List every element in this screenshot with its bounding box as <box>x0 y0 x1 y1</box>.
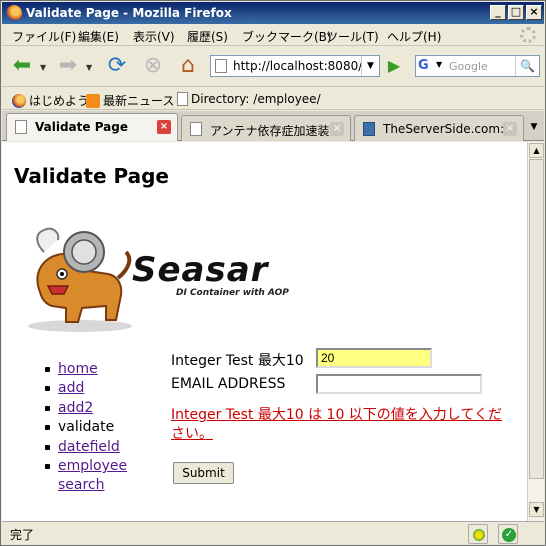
shisa-mascot-icon <box>28 227 132 332</box>
nav-item-employee-search: employee search <box>38 457 127 496</box>
page-content: Validate Page Seasar DI Container with A… <box>2 142 527 521</box>
tss-icon <box>363 122 375 136</box>
page-title: Validate Page <box>14 164 169 188</box>
side-nav: home add add2 validate datefield employe… <box>38 360 127 496</box>
search-icon[interactable]: 🔍 <box>515 56 539 76</box>
bookmark-label: はじめよう <box>29 94 90 108</box>
back-icon[interactable]: ⬅ <box>8 53 36 81</box>
tab-validate-page[interactable]: Validate Page × <box>6 113 178 141</box>
integer-test-label: Integer Test 最大10 <box>171 353 304 369</box>
menu-edit[interactable]: 編集(E) <box>78 28 119 45</box>
addon-status-icon <box>473 529 485 541</box>
check-icon: ✓ <box>502 528 516 542</box>
bookmarks-toolbar: はじめよう 最新ニュース Directory: /employee/ <box>2 88 544 110</box>
status-security-cell[interactable]: ✓ <box>498 524 518 544</box>
validation-error-message[interactable]: Integer Test 最大10 は 10 以下の値を入力してください。 <box>171 406 511 444</box>
nav-item-home: home <box>38 360 127 379</box>
nav-item-add2: add2 <box>38 399 127 418</box>
logo-wordmark: Seasar <box>132 250 269 290</box>
window-title: Validate Page - Mozilla Firefox <box>26 6 232 20</box>
bookmark-directory[interactable]: Directory: /employee/ <box>177 92 321 106</box>
seasar-logo: Seasar DI Container with AOP <box>22 222 312 334</box>
browser-window: Validate Page - Mozilla Firefox _ □ × ファ… <box>0 0 546 546</box>
bookmark-label: Directory: /employee/ <box>191 92 321 106</box>
forward-icon[interactable]: ➡ <box>54 53 82 81</box>
nav-link-home[interactable]: home <box>58 361 98 377</box>
minimize-button[interactable]: _ <box>490 5 506 20</box>
home-icon[interactable]: ⌂ <box>174 53 202 81</box>
url-bar[interactable]: http://localhost:8080/va ▼ <box>210 55 380 77</box>
throbber-icon <box>520 27 536 43</box>
menu-file[interactable]: ファイル(F) <box>12 28 76 45</box>
tab-antenna[interactable]: アンテナ依存症加速装... × <box>181 115 351 141</box>
stop-icon[interactable]: ⊗ <box>139 53 167 81</box>
search-engine-dropdown-icon[interactable]: ▼ <box>436 60 442 69</box>
menu-bookmarks[interactable]: ブックマーク(B) <box>242 28 332 45</box>
logo-tagline: DI Container with AOP <box>176 288 289 298</box>
firefox-icon <box>12 94 26 108</box>
tab-label: Validate Page <box>35 120 128 134</box>
google-icon[interactable]: G <box>418 58 436 74</box>
close-tab-icon[interactable]: × <box>330 122 344 136</box>
nav-link-add[interactable]: add <box>58 380 84 396</box>
status-bar: 完了 ✓ <box>2 521 544 545</box>
url-dropdown-icon[interactable]: ▼ <box>361 56 379 76</box>
back-dropdown-icon[interactable]: ▼ <box>40 63 46 72</box>
menu-history[interactable]: 履歴(S) <box>187 28 228 45</box>
status-addon-cell[interactable] <box>468 524 488 544</box>
scroll-up-icon[interactable]: ▲ <box>529 143 544 158</box>
menu-help[interactable]: ヘルプ(H) <box>387 28 441 45</box>
menu-view[interactable]: 表示(V) <box>133 28 175 45</box>
submit-button[interactable]: Submit <box>173 462 234 484</box>
nav-link-search[interactable]: search <box>58 477 105 493</box>
email-input[interactable] <box>316 374 482 394</box>
tab-theserverside[interactable]: TheServerSide.com: y... × <box>354 115 524 141</box>
scroll-thumb[interactable] <box>529 159 544 479</box>
page-icon <box>215 59 227 73</box>
firefox-icon <box>6 5 22 21</box>
bookmark-getting-started[interactable]: はじめよう <box>12 92 89 109</box>
tab-bar: Validate Page × アンテナ依存症加速装... × TheServe… <box>2 111 544 141</box>
nav-link-datefield[interactable]: datefield <box>58 439 120 455</box>
close-tab-icon[interactable]: × <box>503 122 517 136</box>
navigation-toolbar: ⬅ ▼ ➡ ▼ ⟳ ⊗ ⌂ http://localhost:8080/va ▼… <box>2 47 544 87</box>
forward-dropdown-icon[interactable]: ▼ <box>86 63 92 72</box>
go-icon[interactable]: ▶ <box>383 56 405 76</box>
search-input[interactable]: Google <box>449 60 488 73</box>
title-bar: Validate Page - Mozilla Firefox _ □ × <box>2 2 544 24</box>
tab-list-dropdown-icon[interactable]: ▼ <box>526 117 542 137</box>
tab-label: アンテナ依存症加速装... <box>210 124 330 138</box>
menu-tools[interactable]: ツール(T) <box>326 28 379 45</box>
page-icon <box>15 120 27 134</box>
nav-item-add: add <box>38 379 127 398</box>
reload-icon[interactable]: ⟳ <box>103 53 131 81</box>
maximize-button[interactable]: □ <box>508 5 524 20</box>
close-tab-icon[interactable]: × <box>157 120 171 134</box>
url-text[interactable]: http://localhost:8080/va <box>233 59 361 73</box>
nav-item-validate: validate <box>38 418 127 437</box>
nav-item-datefield: datefield <box>38 438 127 457</box>
bookmark-label: 最新ニュース <box>103 94 175 108</box>
integer-test-input[interactable] <box>316 348 432 368</box>
search-box[interactable]: G ▼ Google 🔍 <box>415 55 540 77</box>
nav-current-validate: validate <box>58 419 115 436</box>
nav-link-add2[interactable]: add2 <box>58 400 93 416</box>
status-text: 完了 <box>10 528 35 542</box>
email-label: EMAIL ADDRESS <box>171 376 286 392</box>
tab-label: TheServerSide.com: y... <box>383 122 503 136</box>
rss-icon <box>86 94 100 108</box>
menu-bar: ファイル(F) 編集(E) 表示(V) 履歴(S) ブックマーク(B) ツール(… <box>2 24 544 46</box>
nav-link-employee[interactable]: employee <box>58 458 127 474</box>
page-icon <box>177 92 188 106</box>
bookmark-latest-news[interactable]: 最新ニュース <box>86 92 174 109</box>
page-icon <box>190 122 202 136</box>
scroll-down-icon[interactable]: ▼ <box>529 502 544 517</box>
close-window-button[interactable]: × <box>526 5 542 20</box>
vertical-scrollbar[interactable]: ▲ ▼ <box>527 142 544 521</box>
